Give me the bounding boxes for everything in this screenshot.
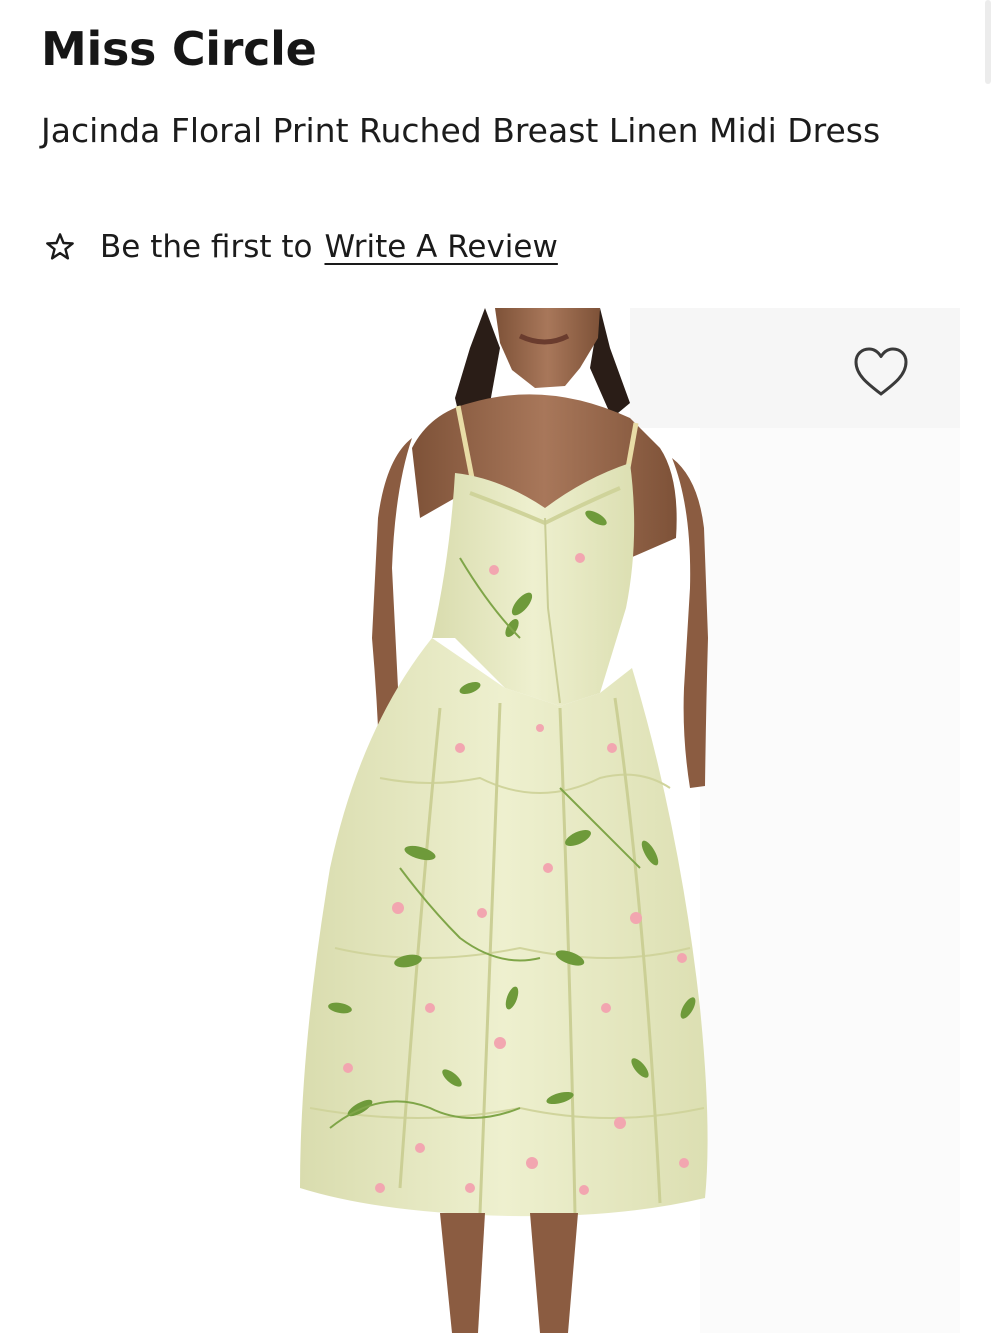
review-prompt: Be the first to Write A Review xyxy=(44,225,558,269)
heart-outline-icon xyxy=(854,347,908,396)
wishlist-button[interactable] xyxy=(850,344,912,400)
product-image[interactable] xyxy=(0,308,1000,1333)
scrollbar-edge[interactable] xyxy=(985,0,991,84)
star-outline-icon xyxy=(46,233,74,260)
brand-name[interactable]: Miss Circle xyxy=(41,22,317,76)
review-lead-text: Be the first to xyxy=(100,229,313,265)
write-review-link[interactable]: Write A Review xyxy=(324,229,557,265)
product-title: Jacinda Floral Print Ruched Breast Linen… xyxy=(41,111,881,150)
dress-photo-illustration xyxy=(300,308,960,1333)
